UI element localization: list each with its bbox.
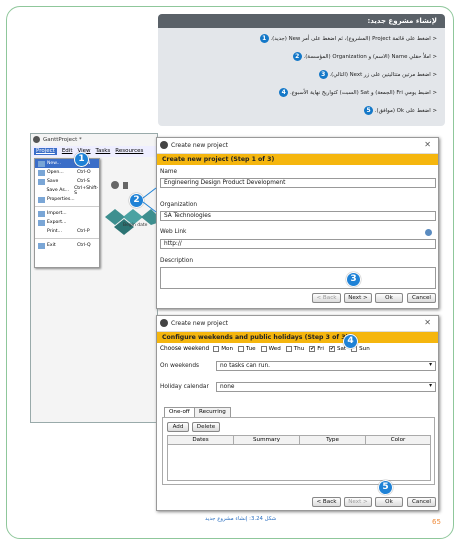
figure-caption: شكل 3.24: إنشاء مشروع جديد [205,516,277,522]
callout-connectors [142,187,157,213]
page-number: 65 [432,518,441,526]
